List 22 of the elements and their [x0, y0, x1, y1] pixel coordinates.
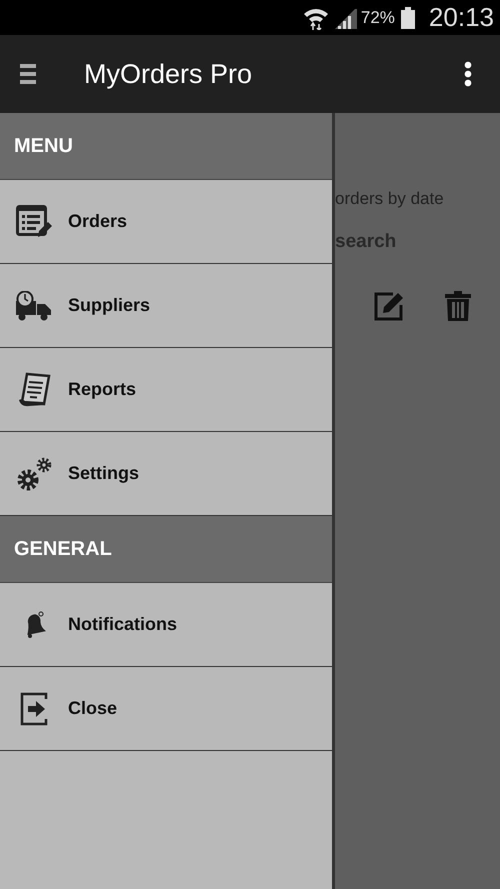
drawer-item[interactable]: Suppliers: [0, 264, 332, 348]
menu-icon[interactable]: [20, 64, 36, 84]
truck-clock-icon: [16, 290, 52, 320]
gears-icon: [16, 456, 52, 492]
drawer-item[interactable]: Close: [0, 667, 332, 751]
document-scroll-icon: [17, 372, 51, 408]
signal-icon: [334, 6, 357, 28]
battery-icon: [400, 6, 415, 28]
drawer-item[interactable]: Notifications: [0, 583, 332, 667]
drawer-item[interactable]: Orders: [0, 180, 332, 264]
trash-icon: [445, 291, 471, 321]
exit-icon: [20, 692, 48, 726]
battery-percent: 72%: [360, 8, 395, 28]
section-title: GENERAL: [14, 538, 112, 560]
drawer-item[interactable]: Reports: [0, 348, 332, 432]
list-pencil-icon: [16, 204, 52, 238]
app-title: MyOrders Pro: [84, 58, 254, 90]
radio-label: orders by date: [335, 189, 444, 209]
more-options-icon[interactable]: [464, 61, 472, 87]
section-title: MENU: [14, 134, 73, 158]
edit-icon: [373, 291, 405, 321]
clock-time: 20:13: [428, 2, 494, 33]
